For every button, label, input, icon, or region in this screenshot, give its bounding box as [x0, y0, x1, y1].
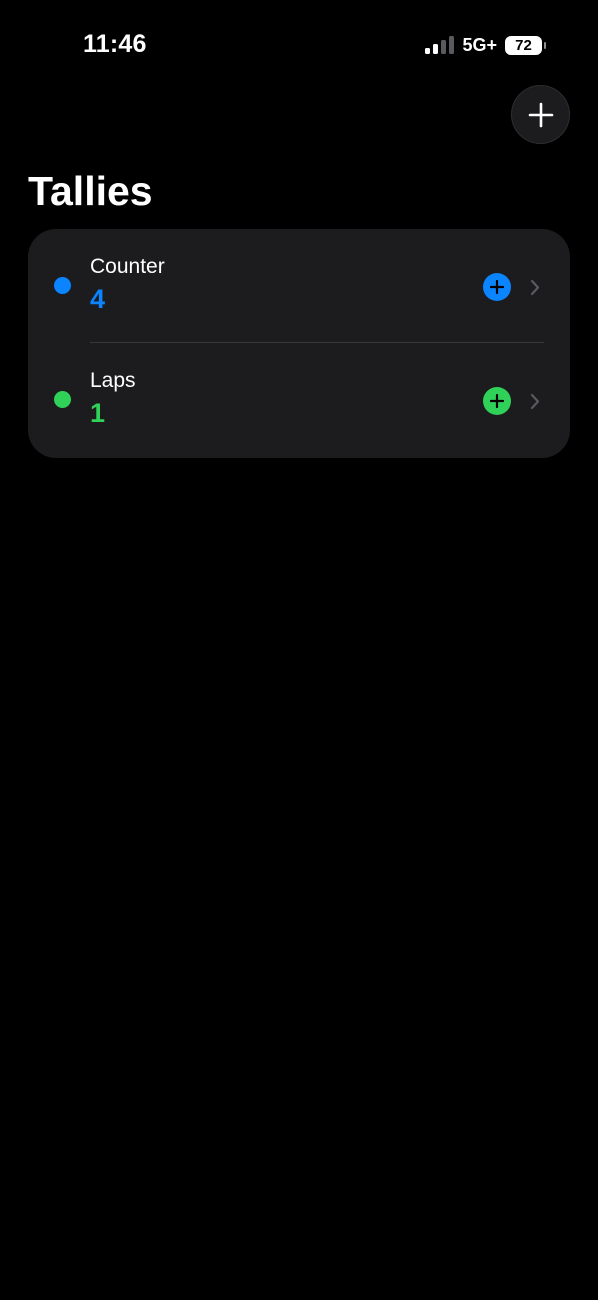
- plus-circle-icon: [490, 394, 504, 408]
- battery-icon: 72: [505, 35, 546, 55]
- increment-counter-button[interactable]: [483, 273, 511, 301]
- plus-circle-icon: [490, 280, 504, 294]
- tally-count: 4: [90, 284, 106, 314]
- tally-color-dot: [54, 391, 71, 408]
- tally-row-counter[interactable]: Counter 4: [28, 229, 570, 343]
- status-bar: 11:46 5G+ 72: [0, 0, 598, 90]
- status-indicators: 5G+ 72: [425, 34, 546, 56]
- tally-list: Counter 4 Laps 1: [28, 229, 570, 458]
- increment-laps-button[interactable]: [483, 387, 511, 415]
- status-time: 11:46: [83, 30, 147, 58]
- tally-count: 1: [90, 398, 106, 428]
- add-tally-button[interactable]: [511, 85, 570, 144]
- plus-icon: [528, 102, 553, 127]
- tally-name: Laps: [90, 369, 136, 392]
- page-title: Tallies: [28, 168, 153, 214]
- tally-color-dot: [54, 277, 71, 294]
- chevron-right-icon: [528, 391, 542, 411]
- battery-level: 72: [505, 35, 542, 55]
- tally-row-laps[interactable]: Laps 1: [28, 343, 570, 457]
- chevron-right-icon: [528, 277, 542, 297]
- cellular-signal-icon: [425, 36, 455, 54]
- tally-name: Counter: [90, 255, 165, 278]
- network-type: 5G+: [462, 34, 497, 55]
